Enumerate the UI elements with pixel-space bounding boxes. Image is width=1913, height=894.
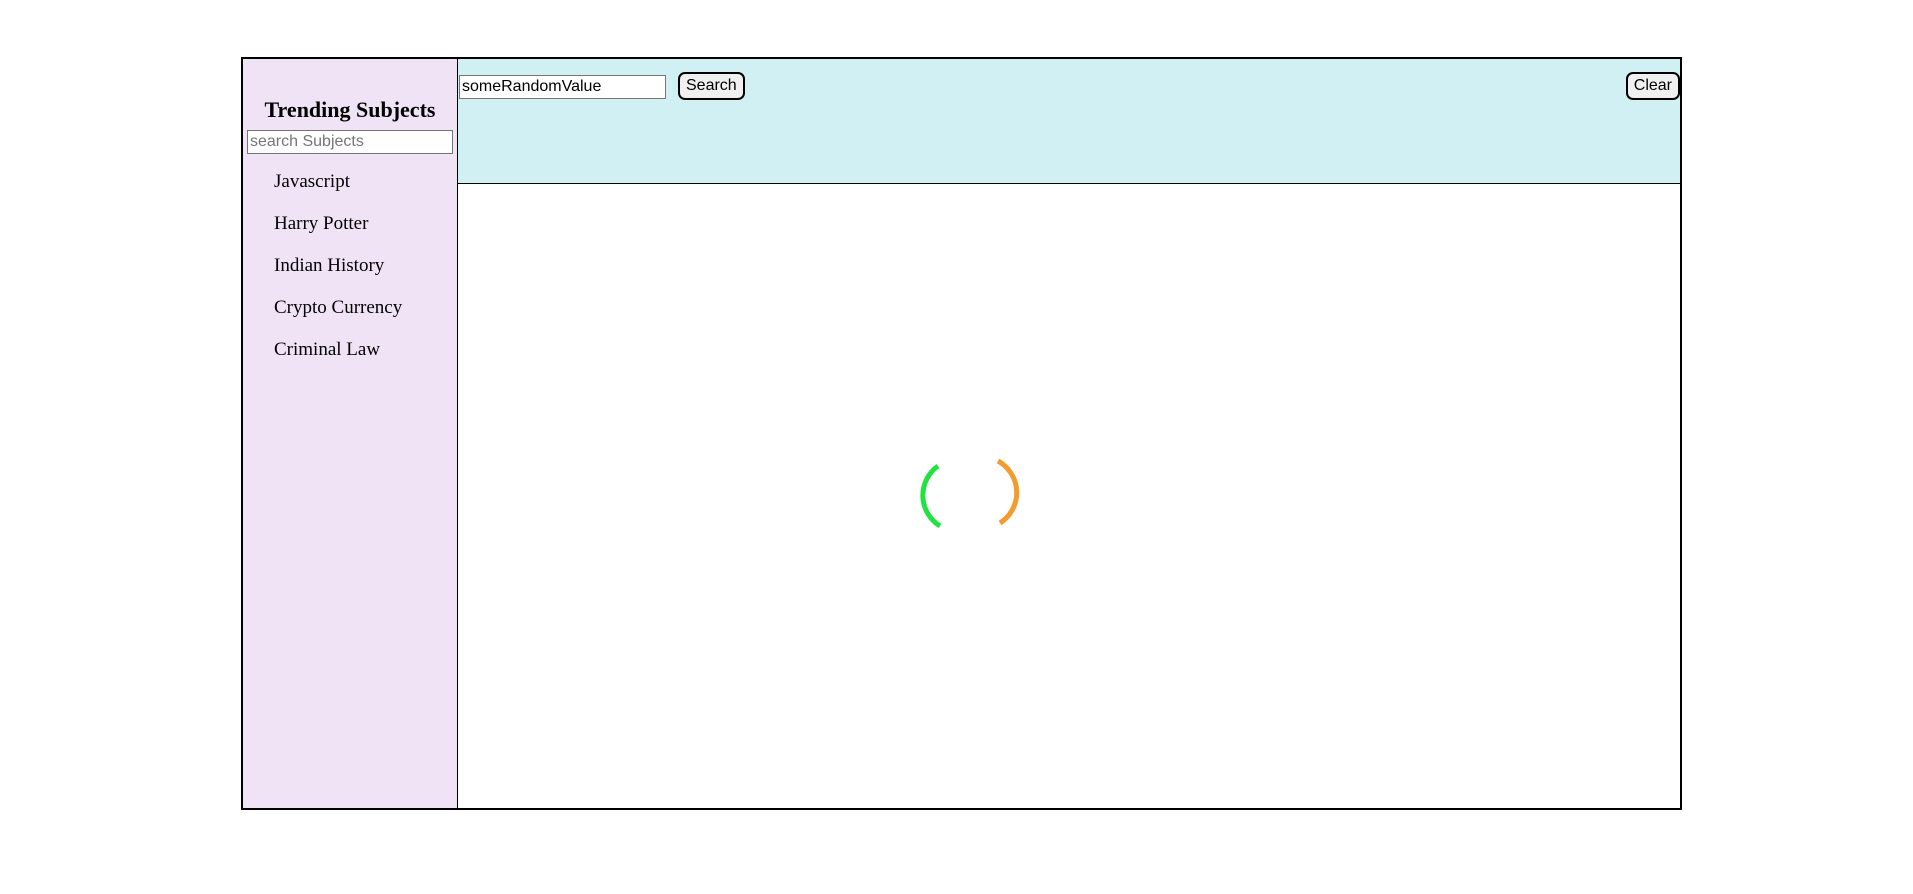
- results-area: [458, 184, 1680, 808]
- subject-item-crypto-currency[interactable]: Crypto Currency: [243, 297, 457, 339]
- subject-search-input[interactable]: [247, 130, 453, 154]
- app-container: Trending Subjects Javascript Harry Potte…: [241, 57, 1682, 810]
- search-bar: Search Clear: [458, 59, 1680, 184]
- subject-list: Javascript Harry Potter Indian History C…: [243, 171, 457, 381]
- subject-item-indian-history[interactable]: Indian History: [243, 255, 457, 297]
- sidebar: Trending Subjects Javascript Harry Potte…: [243, 59, 458, 808]
- spinner-arc-right: [996, 458, 1020, 526]
- loading-spinner-icon: [920, 456, 1020, 536]
- subject-item-javascript[interactable]: Javascript: [243, 171, 457, 213]
- sidebar-title: Trending Subjects: [264, 97, 436, 122]
- subject-item-harry-potter[interactable]: Harry Potter: [243, 213, 457, 255]
- book-search-input[interactable]: [459, 75, 666, 99]
- subject-item-criminal-law[interactable]: Criminal Law: [243, 339, 457, 381]
- spinner-arc-left: [920, 463, 942, 529]
- search-button[interactable]: Search: [678, 72, 745, 100]
- main-panel: Search Clear: [458, 59, 1680, 808]
- clear-button[interactable]: Clear: [1625, 72, 1680, 100]
